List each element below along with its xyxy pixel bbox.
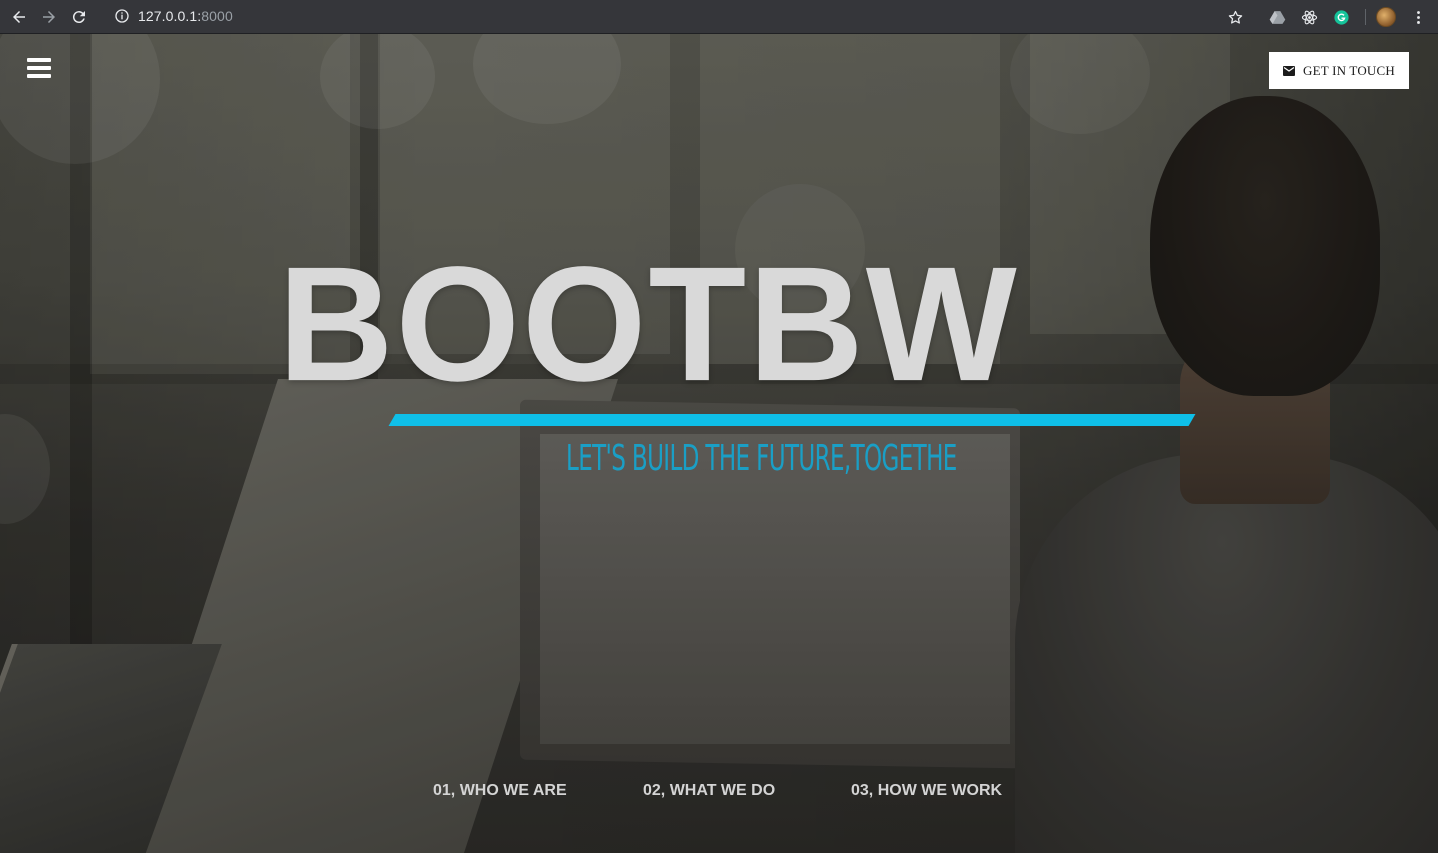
toolbar-actions: [1215, 5, 1430, 29]
section-nav: 01, WHO WE ARE 02, WHAT WE DO 03, HOW WE…: [0, 782, 1438, 806]
browser-toolbar: 127.0.0.1:8000: [0, 0, 1438, 34]
bookmark-button[interactable]: [1223, 5, 1247, 29]
hero-title: BOOTBW: [278, 232, 1019, 415]
avatar[interactable]: [1376, 7, 1396, 27]
forward-button[interactable]: [38, 6, 60, 28]
url-text[interactable]: 127.0.0.1:8000: [138, 8, 233, 24]
get-in-touch-button[interactable]: GET IN TOUCH: [1269, 52, 1409, 89]
reload-icon: [72, 10, 85, 23]
hamburger-line: [27, 66, 51, 70]
star-icon: [1228, 10, 1242, 24]
section-link-how-we-work[interactable]: 03, HOW WE WORK: [851, 782, 1002, 800]
address-bar[interactable]: 127.0.0.1:8000: [108, 4, 1258, 28]
hamburger-line: [27, 74, 51, 78]
mail-icon: [1283, 65, 1296, 76]
toolbar-separator: [1365, 9, 1366, 25]
accent-bar: [388, 414, 1196, 426]
url-port: 8000: [201, 8, 233, 24]
hero-tagline: LET'S BUILD THE FUTURE,TOGETHE: [566, 438, 957, 479]
section-link-who-we-are[interactable]: 01, WHO WE ARE: [433, 782, 567, 800]
arrow-right-icon: [43, 10, 55, 23]
url-host: 127.0.0.1:: [138, 8, 202, 24]
arrow-left-icon: [13, 10, 25, 23]
get-in-touch-label: GET IN TOUCH: [1303, 62, 1395, 78]
google-drive-icon: [1269, 10, 1285, 24]
reload-button[interactable]: [68, 6, 90, 28]
info-icon[interactable]: [114, 8, 130, 24]
back-button[interactable]: [8, 6, 30, 28]
kebab-menu-icon: [1416, 10, 1420, 24]
react-devtools-extension[interactable]: [1297, 5, 1321, 29]
hamburger-icon[interactable]: [27, 58, 51, 78]
grammarly-extension[interactable]: [1329, 5, 1353, 29]
grammarly-icon: [1333, 9, 1349, 25]
section-link-what-we-do[interactable]: 02, WHAT WE DO: [643, 782, 775, 800]
hero-section: GET IN TOUCH BOOTBW LET'S BUILD THE FUTU…: [0, 34, 1438, 853]
hamburger-line: [27, 58, 51, 62]
react-devtools-icon: [1301, 10, 1317, 24]
google-drive-extension[interactable]: [1265, 5, 1289, 29]
browser-menu-button[interactable]: [1406, 5, 1430, 29]
